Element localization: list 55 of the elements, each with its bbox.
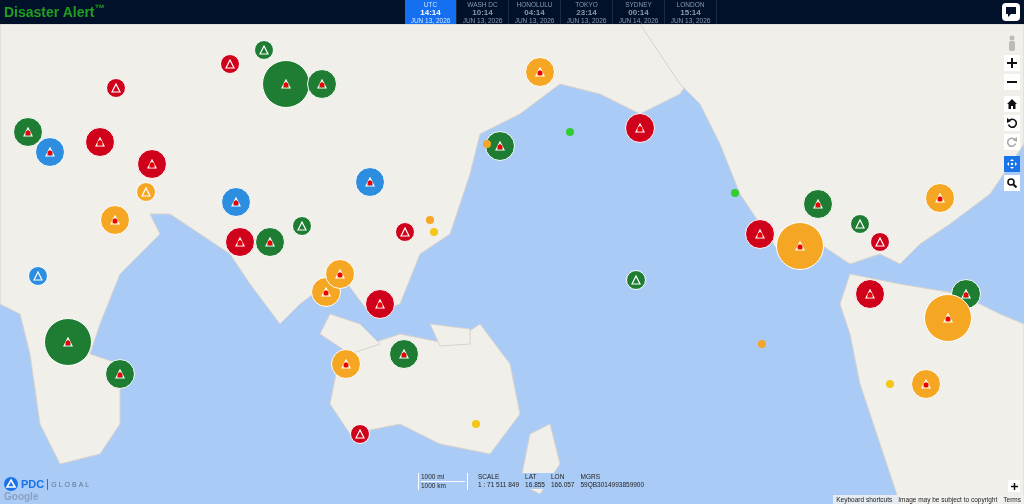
- pdc-logo-icon: [4, 477, 18, 491]
- zoom-in-button[interactable]: [1008, 480, 1020, 492]
- cluster-center-icon: [115, 369, 125, 379]
- triangle-icon: [355, 429, 365, 439]
- cluster-center-icon: [795, 241, 805, 251]
- home-button[interactable]: [1004, 96, 1020, 112]
- cluster-center-icon: [341, 359, 351, 369]
- move-icon: [1007, 159, 1017, 169]
- cluster-center-icon: [45, 147, 55, 157]
- pan-button[interactable]: [1004, 156, 1020, 172]
- zoom-in-button[interactable]: [1004, 55, 1020, 71]
- cluster-center-icon: [317, 79, 327, 89]
- cluster-center-icon: [865, 289, 875, 299]
- app-title: Disaster Alert$^{™}$: [4, 5, 106, 19]
- cluster-center-icon: [635, 123, 645, 133]
- triangle-icon: [631, 275, 641, 285]
- triangle-icon: [111, 83, 121, 93]
- plus-icon: [1010, 482, 1018, 490]
- cluster-center-icon: [399, 349, 409, 359]
- cluster-center-icon: [63, 337, 73, 347]
- cluster-center-icon: [535, 67, 545, 77]
- search-icon: [1007, 178, 1017, 188]
- comment-icon: [1005, 6, 1017, 18]
- triangle-icon: [297, 221, 307, 231]
- cluster-center-icon: [961, 289, 971, 299]
- cluster-center-icon: [921, 379, 931, 389]
- cluster-center-icon: [365, 177, 375, 187]
- feedback-button[interactable]: [1002, 3, 1020, 21]
- cluster-center-icon: [935, 193, 945, 203]
- cluster-center-icon: [231, 197, 241, 207]
- cluster-center-icon: [23, 127, 33, 137]
- cluster-center-icon: [147, 159, 157, 169]
- logo-text: PDC: [21, 478, 45, 490]
- triangle-icon: [400, 227, 410, 237]
- cluster-center-icon: [281, 79, 291, 89]
- triangle-icon: [141, 187, 151, 197]
- cluster-center-icon: [495, 141, 505, 151]
- cluster-center-icon: [375, 299, 385, 309]
- cluster-center-icon: [321, 287, 331, 297]
- triangle-icon: [259, 45, 269, 55]
- cluster-center-icon: [95, 137, 105, 147]
- home-icon: [1007, 99, 1017, 109]
- cluster-center-icon: [943, 313, 953, 323]
- cluster-center-icon: [110, 215, 120, 225]
- plus-icon: [1007, 58, 1017, 68]
- cluster-center-icon: [265, 237, 275, 247]
- rotate-left-button[interactable]: [1004, 115, 1020, 131]
- triangle-icon: [225, 59, 235, 69]
- cluster-center-icon: [235, 237, 245, 247]
- triangle-icon: [33, 271, 43, 281]
- zoom-out-button[interactable]: [1004, 74, 1020, 90]
- cluster-center-icon: [335, 269, 345, 279]
- cluster-center-icon: [755, 229, 765, 239]
- zoom-search-button[interactable]: [1004, 175, 1020, 191]
- cluster-center-icon: [813, 199, 823, 209]
